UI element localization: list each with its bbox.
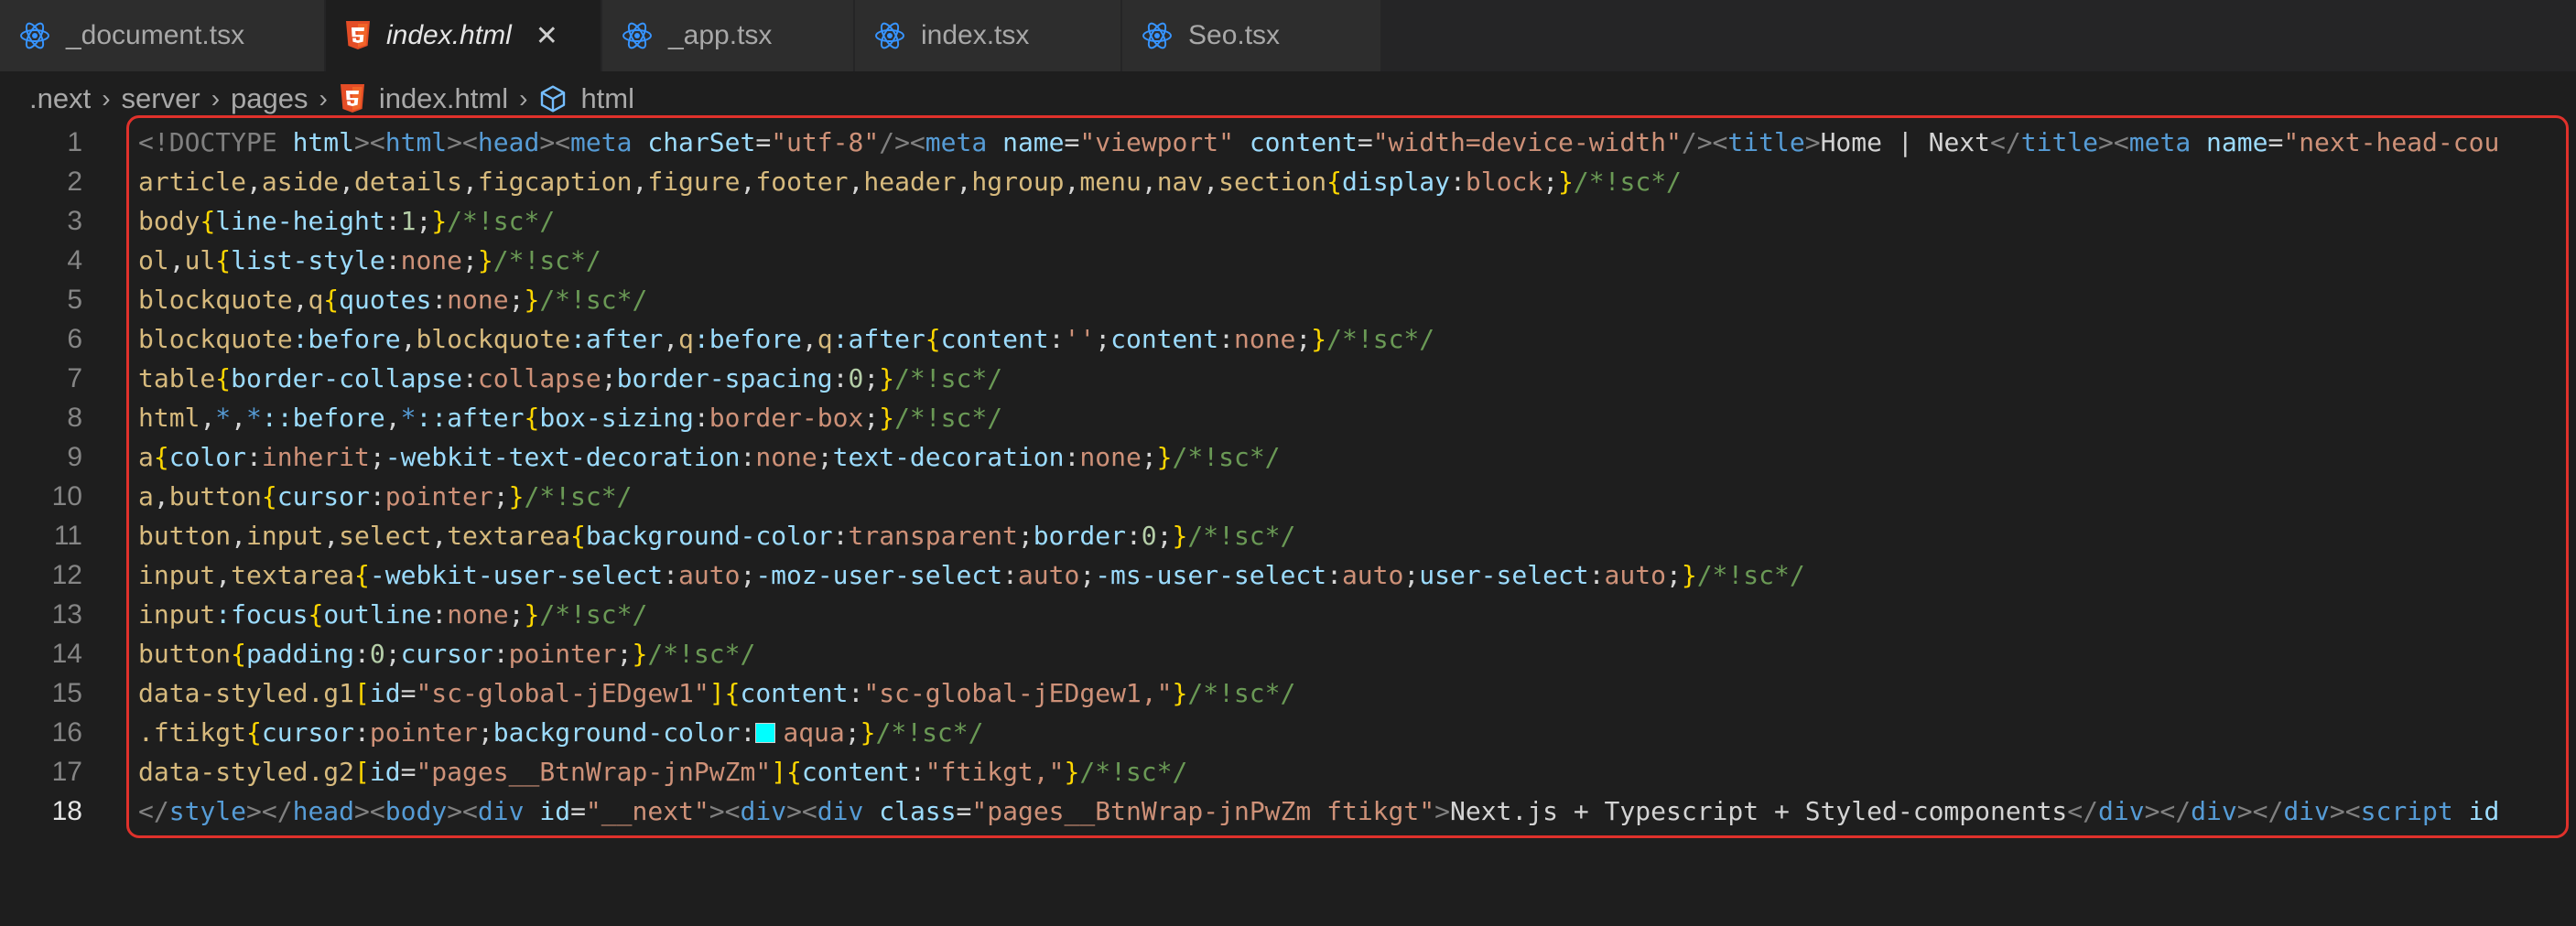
code-text: blockquote,q{quotes:none;}/*!sc*/ xyxy=(138,285,648,315)
code-text: html,*,*::before,*::after{box-sizing:bor… xyxy=(138,403,1003,433)
tab-label: index.tsx xyxy=(921,20,1030,50)
tab-index-tsx[interactable]: index.tsx xyxy=(855,0,1122,71)
breadcrumb-separator: › xyxy=(319,84,328,113)
breadcrumb-item[interactable]: .next xyxy=(29,82,91,115)
tab-label: index.html xyxy=(386,20,512,50)
code-text: <!DOCTYPE html><html><head><meta charSet… xyxy=(138,127,2500,157)
cube-symbol-icon xyxy=(541,85,566,113)
code-text: button,input,select,textarea{background-… xyxy=(138,521,1296,551)
code-line: 8 html,*,*::before,*::after{box-sizing:b… xyxy=(0,398,2576,437)
line-number: 10 xyxy=(51,480,82,511)
breadcrumb-item[interactable]: html xyxy=(580,82,634,115)
code-text: blockquote:before,blockquote:after,q:bef… xyxy=(138,324,1435,354)
line-number: 1 xyxy=(67,126,82,157)
code-text: input:focus{outline:none;}/*!sc*/ xyxy=(138,599,648,630)
line-number: 18 xyxy=(51,795,82,826)
line-number: 15 xyxy=(51,677,82,708)
react-icon xyxy=(875,22,904,49)
code-line: 4 ol,ul{list-style:none;}/*!sc*/ xyxy=(0,241,2576,280)
line-number: 4 xyxy=(67,244,82,275)
tab-index-html[interactable]: index.html ✕ xyxy=(326,0,602,71)
code-text: ol,ul{list-style:none;}/*!sc*/ xyxy=(138,245,601,275)
code-line: 10 a,button{cursor:pointer;}/*!sc*/ xyxy=(0,477,2576,516)
code-text: data-styled.g1[id="sc-global-jEDgew1"]{c… xyxy=(138,678,1296,708)
tab-app-tsx[interactable]: _app.tsx xyxy=(602,0,855,71)
breadcrumb-separator: › xyxy=(519,84,528,113)
breadcrumb-separator: › xyxy=(102,84,111,113)
line-number: 6 xyxy=(67,323,82,354)
code-line: 13 input:focus{outline:none;}/*!sc*/ xyxy=(0,595,2576,634)
html5-icon xyxy=(346,21,370,49)
line-number: 12 xyxy=(51,559,82,590)
line-number: 3 xyxy=(67,205,82,236)
tab-seo-tsx[interactable]: Seo.tsx xyxy=(1122,0,1382,71)
line-number: 13 xyxy=(51,598,82,630)
code-line: 16 .ftikgt{cursor:pointer;background-col… xyxy=(0,713,2576,752)
line-number: 11 xyxy=(53,520,82,551)
code-line: 7 table{border-collapse:collapse;border-… xyxy=(0,359,2576,398)
tab-label: Seo.tsx xyxy=(1188,20,1281,50)
code-line: 11 button,input,select,textarea{backgrou… xyxy=(0,516,2576,555)
code-line: 15 data-styled.g1[id="sc-global-jEDgew1"… xyxy=(0,673,2576,713)
code-editor[interactable]: 1 <!DOCTYPE html><html><head><meta charS… xyxy=(0,115,2576,838)
code-line: 9 a{color:inherit;-webkit-text-decoratio… xyxy=(0,437,2576,477)
line-number: 2 xyxy=(67,166,82,197)
breadcrumb-separator: › xyxy=(211,84,221,113)
line-number: 17 xyxy=(51,756,82,787)
code-text: article,aside,details,figcaption,figure,… xyxy=(138,167,1682,197)
html5-icon xyxy=(340,84,364,113)
editor-tab-bar: _document.tsx index.html ✕ _app.tsx inde… xyxy=(0,0,2576,71)
code-text: body{line-height:1;}/*!sc*/ xyxy=(138,206,556,236)
code-text: a,button{cursor:pointer;}/*!sc*/ xyxy=(138,481,633,511)
code-line: 2 article,aside,details,figcaption,figur… xyxy=(0,162,2576,201)
code-text: input,textarea{-webkit-user-select:auto;… xyxy=(138,560,1805,590)
code-line: 12 input,textarea{-webkit-user-select:au… xyxy=(0,555,2576,595)
color-swatch-aqua[interactable] xyxy=(755,723,776,743)
react-icon xyxy=(622,22,652,49)
code-line: 3 body{line-height:1;}/*!sc*/ xyxy=(0,201,2576,241)
code-line: 14 button{padding:0;cursor:pointer;}/*!s… xyxy=(0,634,2576,673)
line-number: 14 xyxy=(51,638,82,669)
breadcrumb-item[interactable]: pages xyxy=(231,82,308,115)
code-text: button{padding:0;cursor:pointer;}/*!sc*/ xyxy=(138,639,756,669)
code-line-current: 18 </style></head><body><div id="__next"… xyxy=(0,791,2576,831)
code-text: a{color:inherit;-webkit-text-decoration:… xyxy=(138,442,1281,472)
tab-document-tsx[interactable]: _document.tsx xyxy=(0,0,326,71)
code-line: 1 <!DOCTYPE html><html><head><meta charS… xyxy=(0,123,2576,162)
code-text: table{border-collapse:collapse;border-sp… xyxy=(138,363,1003,393)
tab-label: _document.tsx xyxy=(66,20,245,50)
code-text: data-styled.g2[id="pages__BtnWrap-jnPwZm… xyxy=(138,757,1188,787)
code-text: .ftikgt{cursor:pointer;background-color:… xyxy=(138,717,984,748)
close-icon[interactable]: ✕ xyxy=(536,20,558,52)
tab-label: _app.tsx xyxy=(668,20,773,50)
line-number: 9 xyxy=(67,441,82,472)
line-number: 8 xyxy=(67,402,82,433)
code-line: 6 blockquote:before,blockquote:after,q:b… xyxy=(0,319,2576,359)
code-line: 17 data-styled.g2[id="pages__BtnWrap-jnP… xyxy=(0,752,2576,791)
breadcrumb-item[interactable]: index.html xyxy=(379,82,508,115)
react-icon xyxy=(1142,22,1172,49)
breadcrumb-item[interactable]: server xyxy=(122,82,200,115)
react-icon xyxy=(20,22,49,49)
line-number: 5 xyxy=(67,284,82,315)
code-text: </style></head><body><div id="__next"><d… xyxy=(138,796,2500,826)
code-line: 5 blockquote,q{quotes:none;}/*!sc*/ xyxy=(0,280,2576,319)
line-number: 7 xyxy=(67,362,82,393)
line-number: 16 xyxy=(51,716,82,748)
